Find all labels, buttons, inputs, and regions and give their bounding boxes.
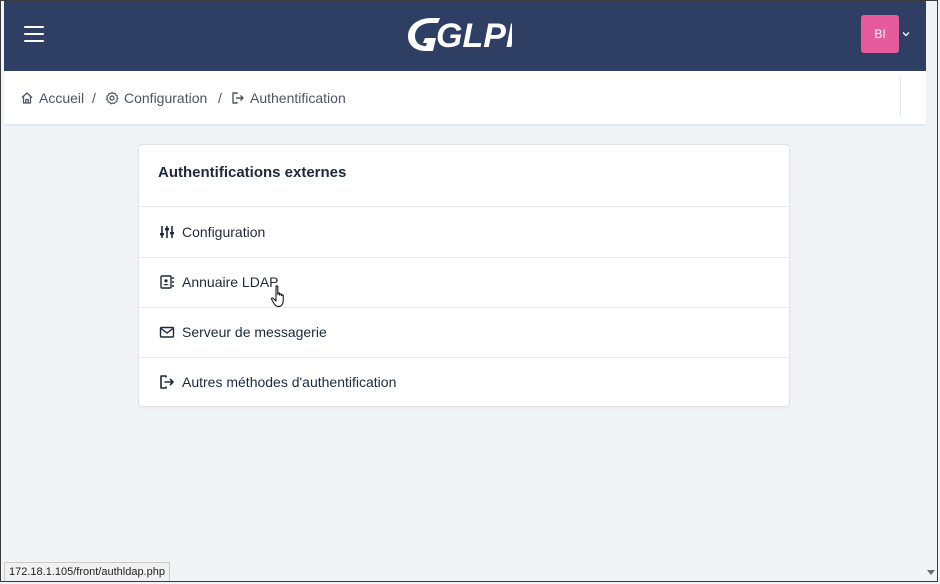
menu-toggle-button[interactable] [24,24,46,44]
user-menu[interactable]: BI [857,15,917,55]
menu-item-label[interactable]: Annuaire LDAP [182,274,279,290]
top-navbar: GLPI BI [4,0,926,71]
breadcrumb-label[interactable]: Authentification [250,90,346,106]
address-book-icon [160,275,174,289]
breadcrumb-item-configuration[interactable]: Configuration [105,90,207,106]
menu-item-label[interactable]: Serveur de messagerie [182,324,327,340]
breadcrumb-separator: / [218,90,222,106]
breadcrumb-label[interactable]: Accueil [39,90,84,106]
sliders-icon [160,226,174,238]
menu-item-other-auth-methods[interactable]: Autres méthodes d'authentification [139,357,789,407]
chevron-down-icon [902,32,910,37]
card-title: Authentifications externes [158,164,347,181]
logo-text: GLPI [436,17,512,55]
breadcrumb-label[interactable]: Configuration [124,90,207,106]
scroll-down-arrow-icon[interactable] [927,570,935,576]
breadcrumb-item-home[interactable]: Accueil [20,90,84,106]
sign-in-icon [160,375,174,389]
avatar[interactable]: BI [861,15,899,53]
home-icon [21,92,33,104]
breadcrumb-separator: / [92,90,96,106]
menu-item-ldap-directory[interactable]: Annuaire LDAP [139,257,789,308]
glpi-logo[interactable]: GLPI [402,10,512,58]
menu-item-label[interactable]: Configuration [182,224,265,240]
divider [900,77,901,117]
mail-icon [159,326,175,338]
gear-icon [105,91,119,105]
breadcrumb-item-authentification[interactable]: Authentification [231,90,346,106]
menu-item-configuration[interactable]: Configuration [139,207,789,258]
breadcrumb: Accueil / Configuration / Authentificati… [4,71,926,125]
external-auth-card: Authentifications externes Configuration… [138,144,790,407]
menu-item-mail-server[interactable]: Serveur de messagerie [139,307,789,358]
status-bar-url: 172.18.1.105/front/authldap.php [4,562,170,581]
card-header: Authentifications externes [139,145,789,207]
sign-in-icon [232,92,244,104]
menu-item-label[interactable]: Autres méthodes d'authentification [182,374,396,390]
